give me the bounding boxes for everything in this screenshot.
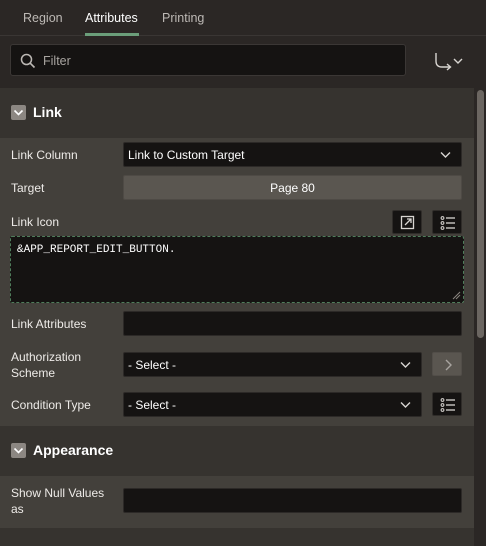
link-column-value: Link to Custom Target [128, 148, 245, 162]
list-of-values-button[interactable] [432, 210, 462, 234]
scrollbar-thumb[interactable] [477, 90, 484, 338]
show-null-values-input[interactable] [123, 488, 462, 513]
tab-bar: Region Attributes Printing [0, 0, 486, 36]
toolbar [0, 36, 486, 86]
condition-type-select[interactable]: - Select - [123, 392, 422, 417]
expand-editor-button[interactable] [392, 210, 422, 234]
chevron-down-icon [440, 152, 451, 158]
link-attributes-label: Link Attributes [11, 317, 87, 331]
link-icon-textarea[interactable]: &APP_REPORT_EDIT_BUTTON. [10, 236, 464, 303]
authorization-scheme-label-2: Scheme [11, 366, 56, 380]
condition-type-value: - Select - [128, 398, 177, 412]
authorization-scheme-select[interactable]: - Select - [123, 352, 422, 377]
link-icon-value: &APP_REPORT_EDIT_BUTTON. [17, 244, 176, 256]
chevron-down-icon [13, 447, 24, 454]
authorization-scheme-value: - Select - [128, 358, 177, 372]
target-button[interactable]: Page 80 [123, 175, 462, 200]
condition-type-label: Condition Type [11, 398, 91, 412]
link-icon-label: Link Icon [11, 215, 60, 229]
tab-region[interactable]: Region [23, 11, 63, 25]
show-null-values-label-2: as [11, 502, 24, 516]
list-icon [440, 216, 455, 230]
chevron-down-icon [400, 362, 411, 368]
filter-field[interactable] [10, 44, 406, 76]
chevron-down-icon [13, 109, 24, 116]
target-label: Target [11, 181, 45, 195]
go-to-group-button[interactable] [430, 48, 470, 74]
section-appearance-header[interactable]: Appearance [0, 426, 474, 476]
chevron-right-icon [445, 359, 452, 371]
chevron-down-icon [400, 402, 411, 408]
section-link-title: Link [33, 104, 62, 120]
condition-list-button[interactable] [432, 392, 462, 416]
collapse-toggle[interactable] [11, 105, 26, 120]
collapse-toggle[interactable] [11, 443, 26, 458]
tab-printing[interactable]: Printing [162, 11, 204, 25]
section-link-header[interactable]: Link [0, 88, 474, 138]
authorization-scheme-label-1: Authorization [11, 350, 82, 364]
scrollbar[interactable] [475, 88, 486, 546]
resize-grip-icon[interactable] [451, 290, 461, 300]
filter-input[interactable] [43, 51, 393, 71]
open-in-dialog-icon [400, 215, 415, 230]
show-null-values-label-1: Show Null Values [11, 486, 105, 500]
list-icon [440, 398, 455, 412]
section-appearance-title: Appearance [33, 442, 114, 458]
go-to-authorization-button[interactable] [432, 352, 462, 376]
link-attributes-input[interactable] [123, 311, 462, 336]
panel-bottom-edge [0, 528, 474, 546]
goto-arrow-icon [435, 53, 463, 71]
target-value: Page 80 [270, 181, 315, 195]
link-column-select[interactable]: Link to Custom Target [123, 142, 462, 167]
link-column-label: Link Column [11, 148, 78, 162]
tab-attributes[interactable]: Attributes [85, 11, 138, 25]
search-icon [20, 53, 36, 69]
